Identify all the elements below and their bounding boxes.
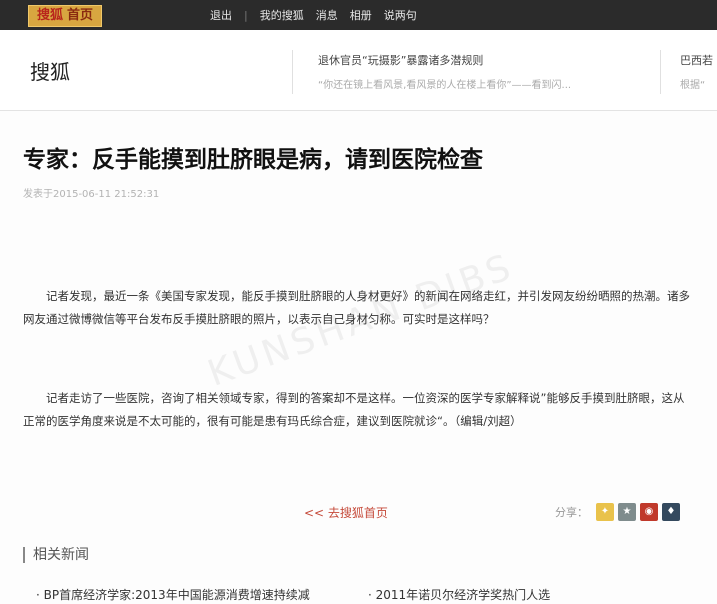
- messages-link[interactable]: 消息: [316, 7, 338, 23]
- related-news-item[interactable]: · 2011年诺贝尔经济学奖热门人选: [368, 586, 550, 603]
- site-header: 搜狐 退休官员“玩摄影”暴露诸多潜规则 “你还在镜上看风景,看风景的人在楼上看你…: [0, 30, 717, 111]
- top-nav: 退出 | 我的搜狐 消息 相册 说两句: [210, 0, 429, 30]
- header-headline-left[interactable]: 退休官员“玩摄影”暴露诸多潜规则: [318, 52, 483, 68]
- share-label: 分享：: [555, 506, 588, 519]
- nav-separator: |: [244, 8, 248, 22]
- qq-zone-icon[interactable]: ★: [618, 503, 636, 521]
- back-to-sohu-home-link[interactable]: << 去搜狐首页: [304, 504, 388, 521]
- renren-icon[interactable]: ♦: [662, 503, 680, 521]
- comments-link[interactable]: 说两句: [384, 7, 417, 23]
- article-paragraph-2: 记者走访了一些医院，咨询了相关领域专家，得到的答案却不是这样。一位资深的医学专家…: [23, 391, 685, 428]
- publish-date: 发表于2015-06-11 21:52:31: [23, 189, 160, 200]
- related-news-text: 2011年诺贝尔经济学奖热门人选: [375, 588, 551, 602]
- related-news-title: 相关新闻: [23, 547, 89, 563]
- header-divider-right: [660, 50, 661, 94]
- header-subline-left[interactable]: “你还在镜上看风景,看风景的人在楼上看你”——看到闪...: [318, 76, 571, 91]
- site-logo[interactable]: 搜狐: [30, 56, 70, 85]
- related-news-text: BP首席经济学家:2013年中国能源消费增速持续减: [43, 588, 310, 602]
- article-paragraph-1: 记者发现，最近一条《美国专家发现，能反手摸到肚脐眼的人身材更好》的新闻在网络走红…: [23, 289, 690, 326]
- my-sohu-link[interactable]: 我的搜狐: [260, 7, 304, 23]
- album-link[interactable]: 相册: [350, 7, 372, 23]
- logo-home: 首页: [67, 8, 94, 23]
- article-title: 专家：反手能摸到肚脐眼是病，请到医院检查: [23, 147, 483, 173]
- related-news-item[interactable]: · BP首席经济学家:2013年中国能源消费增速持续减: [36, 586, 310, 603]
- header-headline-right[interactable]: 巴西若: [680, 52, 713, 68]
- tencent-weibo-icon[interactable]: ✦: [596, 503, 614, 521]
- weibo-icon[interactable]: ◉: [640, 503, 658, 521]
- logo-brand: 搜狐: [37, 8, 64, 23]
- header-subline-right[interactable]: 根据“: [680, 76, 705, 91]
- sohu-home-logo[interactable]: 搜狐 首页: [28, 5, 103, 27]
- top-bar: 搜狐 首页 退出 | 我的搜狐 消息 相册 说两句: [0, 0, 717, 30]
- share-bar: 分享： ✦ ★ ◉ ♦: [555, 503, 680, 521]
- header-divider: [292, 50, 293, 94]
- logout-link[interactable]: 退出: [210, 7, 232, 23]
